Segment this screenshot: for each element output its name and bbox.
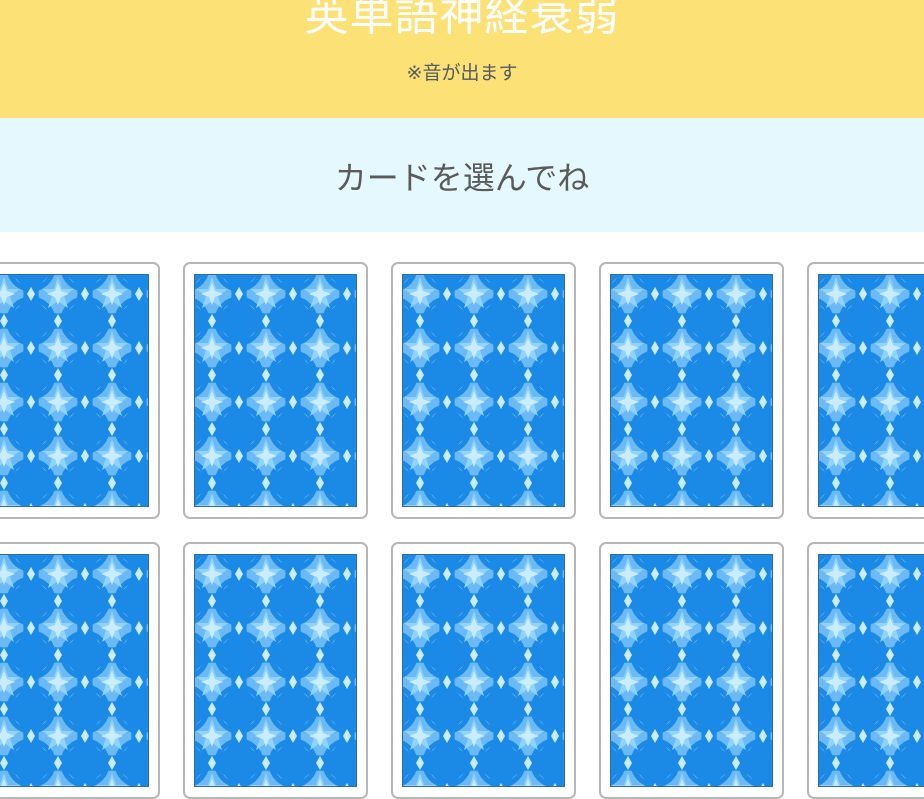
card-10[interactable]: [807, 542, 924, 799]
card-1[interactable]: [0, 262, 160, 519]
card-back-pattern: [402, 274, 565, 507]
card-back-pattern: [818, 274, 924, 507]
card-9[interactable]: [599, 542, 784, 799]
card-8[interactable]: [391, 542, 576, 799]
card-3[interactable]: [391, 262, 576, 519]
card-back-pattern: [818, 554, 924, 787]
card-grid: [0, 0, 924, 799]
card-back-pattern: [402, 554, 565, 787]
card-back-pattern: [0, 554, 149, 787]
card-back-pattern: [610, 274, 773, 507]
card-back-pattern: [0, 274, 149, 507]
card-5[interactable]: [807, 262, 924, 519]
card-back-pattern: [610, 554, 773, 787]
card-back-pattern: [194, 274, 357, 507]
card-4[interactable]: [599, 262, 784, 519]
card-7[interactable]: [183, 542, 368, 799]
card-2[interactable]: [183, 262, 368, 519]
card-6[interactable]: [0, 542, 160, 799]
card-back-pattern: [194, 554, 357, 787]
